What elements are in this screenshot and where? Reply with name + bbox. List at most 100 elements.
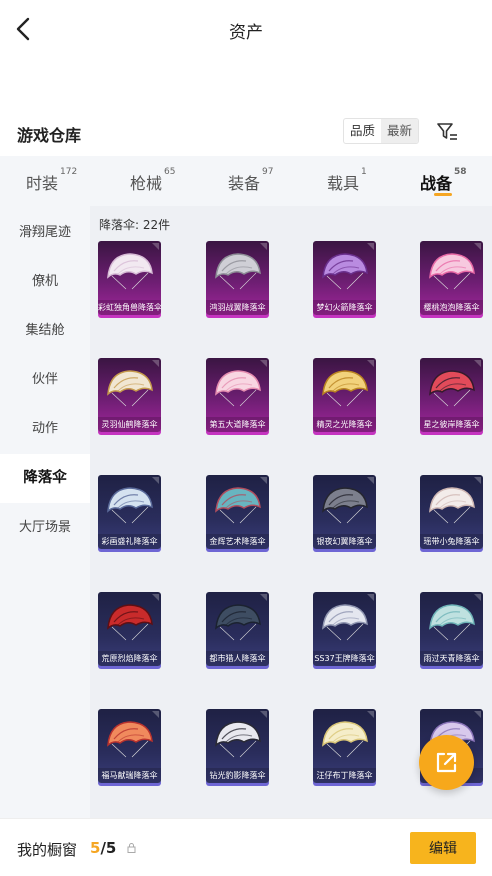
category-tabs: 时装172 枪械65 装备97 载具1 战备58: [0, 156, 492, 206]
card-name: 汪仔布丁降落伞: [313, 768, 376, 783]
parachute-icon: [429, 370, 475, 407]
parachute-icon: [322, 721, 368, 758]
warehouse-header: 游戏仓库 品质 最新: [0, 110, 492, 156]
lock-icon: [127, 843, 136, 856]
item-grid: 降落伞: 22件 彩虹独角兽降落伞 鸿羽战翼降落伞 梦幻火箭降落伞 樱桃泡泡降落伞灵羽…: [90, 206, 492, 818]
parachute-icon: [107, 604, 153, 641]
sidebar-item-emote[interactable]: 动作: [0, 404, 90, 453]
card-name: 瑶带小兔降落伞: [420, 534, 483, 549]
parachute-card[interactable]: 梦幻火箭降落伞: [313, 241, 376, 315]
parachute-icon: [215, 370, 261, 407]
parachute-card[interactable]: 彩虹独角兽降落伞: [98, 241, 161, 315]
parachute-card[interactable]: 银夜幻翼降落伞: [313, 475, 376, 549]
tab-count: 172: [60, 167, 78, 177]
parachute-icon: [215, 487, 261, 524]
card-name: 梦幻火箭降落伞: [313, 300, 376, 315]
card-name: 金辉艺术降落伞: [206, 534, 269, 549]
card-name: 福马献瑞降落伞: [98, 768, 161, 783]
parachute-card[interactable]: 荒原烈焰降落伞: [98, 592, 161, 666]
parachute-icon: [107, 487, 153, 524]
sidebar-item-parachute[interactable]: 降落伞: [0, 454, 90, 503]
card-name: 鸿羽战翼降落伞: [206, 300, 269, 315]
sidebar-item-glide-trail[interactable]: 滑翔尾迹: [0, 208, 90, 257]
filter-icon[interactable]: [436, 121, 460, 143]
parachute-icon: [429, 604, 475, 641]
tab-vehicles[interactable]: 载具1: [327, 167, 367, 194]
card-name: 灵羽仙鹤降落伞: [98, 417, 161, 432]
tab-weapons[interactable]: 枪械65: [130, 167, 175, 194]
parachute-card[interactable]: 第五大道降落伞: [206, 358, 269, 432]
parachute-card[interactable]: 都市猎人降落伞: [206, 592, 269, 666]
parachute-card[interactable]: 星之彼岸降落伞: [420, 358, 483, 432]
parachute-icon: [429, 253, 475, 290]
sort-quality-button[interactable]: 品质: [344, 119, 381, 143]
card-name: 荒原烈焰降落伞: [98, 651, 161, 666]
parachute-icon: [322, 253, 368, 290]
parachute-card[interactable]: 福马献瑞降落伞: [98, 709, 161, 783]
card-name: 钻光豹影降落伞: [206, 768, 269, 783]
top-bar: 资产: [0, 0, 492, 58]
active-tab-indicator: [434, 193, 452, 196]
card-name: 第五大道降落伞: [206, 417, 269, 432]
parachute-icon: [322, 604, 368, 641]
tab-label: 战备: [420, 174, 453, 193]
parachute-icon: [107, 370, 153, 407]
item-count-label: 降落伞: 22件: [99, 218, 171, 232]
page-title: 资产: [229, 23, 263, 43]
card-name: 精灵之光降落伞: [313, 417, 376, 432]
parachute-icon: [215, 253, 261, 290]
showcase-total: /5: [100, 839, 117, 857]
sidebar-item-wingman[interactable]: 僚机: [0, 257, 90, 306]
card-name: 银夜幻翼降落伞: [313, 534, 376, 549]
card-name: 都市猎人降落伞: [206, 651, 269, 666]
sort-latest-button[interactable]: 最新: [381, 119, 419, 143]
parachute-card[interactable]: 金辉艺术降落伞: [206, 475, 269, 549]
parachute-card[interactable]: 精灵之光降落伞: [313, 358, 376, 432]
tab-label: 装备: [228, 174, 261, 193]
parachute-card[interactable]: 瑶带小兔降落伞: [420, 475, 483, 549]
parachute-card[interactable]: 汪仔布丁降落伞: [313, 709, 376, 783]
card-name: 星之彼岸降落伞: [420, 417, 483, 432]
external-link-icon: [436, 752, 457, 773]
card-name: 彩虹独角兽降落伞: [98, 300, 161, 315]
warehouse-title: 游戏仓库: [17, 126, 82, 145]
tab-count: 1: [361, 167, 367, 177]
parachute-icon: [322, 370, 368, 407]
parachute-icon: [429, 487, 475, 524]
sidebar-item-rally-pod[interactable]: 集结舱: [0, 306, 90, 355]
tab-fashion[interactable]: 时装172: [26, 167, 78, 194]
parachute-card[interactable]: 彩画盛礼降落伞: [98, 475, 161, 549]
parachute-card[interactable]: 雨过天青降落伞: [420, 592, 483, 666]
share-button[interactable]: [419, 735, 474, 790]
parachute-icon: [215, 721, 261, 758]
tab-label: 枪械: [130, 174, 163, 193]
parachute-card[interactable]: 钻光豹影降落伞: [206, 709, 269, 783]
tab-label: 载具: [327, 174, 360, 193]
parachute-icon: [215, 604, 261, 641]
tab-count: 97: [262, 167, 274, 177]
parachute-card[interactable]: 灵羽仙鹤降落伞: [98, 358, 161, 432]
tab-equipment[interactable]: 装备97: [228, 167, 274, 194]
showcase-count: 5/5: [90, 839, 116, 857]
parachute-icon: [107, 253, 153, 290]
parachute-card[interactable]: 樱桃泡泡降落伞: [420, 241, 483, 315]
showcase-current: 5: [90, 839, 101, 857]
card-name: 樱桃泡泡降落伞: [420, 300, 483, 315]
card-name: 彩画盛礼降落伞: [98, 534, 161, 549]
parachute-card[interactable]: 鸿羽战翼降落伞: [206, 241, 269, 315]
parachute-icon: [322, 487, 368, 524]
tab-battle-prep[interactable]: 战备58: [420, 167, 467, 194]
tab-label: 时装: [26, 174, 59, 193]
parachute-icon: [107, 721, 153, 758]
showcase-bar: 我的橱窗 5/5 编辑: [0, 818, 492, 876]
tab-count: 58: [454, 167, 467, 177]
card-name: 雨过天青降落伞: [420, 651, 483, 666]
parachute-card[interactable]: SS37王牌降落伞: [313, 592, 376, 666]
edit-button[interactable]: 编辑: [410, 832, 476, 864]
sidebar-item-lobby-scene[interactable]: 大厅场景: [0, 503, 90, 552]
sidebar-item-partner[interactable]: 伙伴: [0, 355, 90, 404]
card-name: SS37王牌降落伞: [313, 651, 376, 666]
sub-category-sidebar: 滑翔尾迹 僚机 集结舱 伙伴 动作 降落伞 大厅场景: [0, 206, 90, 818]
sort-toggle: 品质 最新: [343, 118, 420, 144]
showcase-label: 我的橱窗: [17, 841, 78, 859]
